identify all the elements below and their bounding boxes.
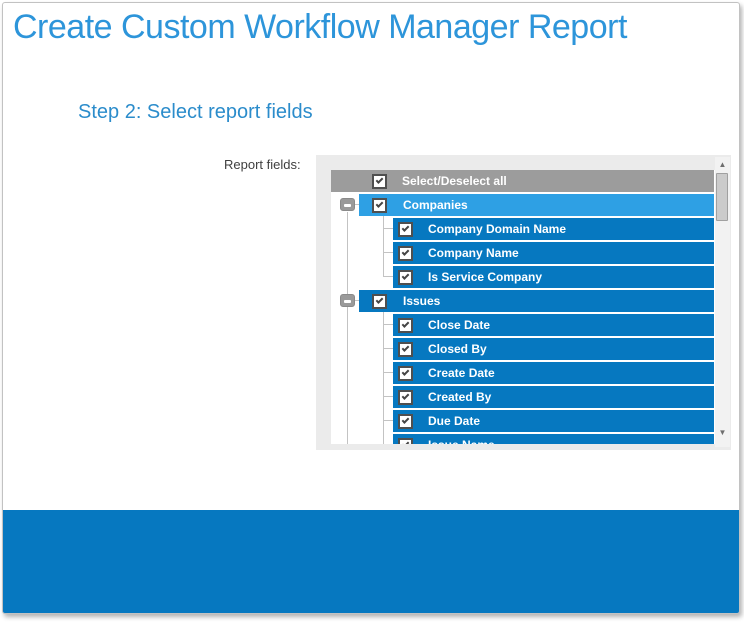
report-fields-label: Report fields: [224,157,301,172]
tree-row-created-by[interactable]: Created By [393,386,714,408]
check-icon [402,392,410,400]
scroll-down-icon[interactable]: ▼ [715,428,730,438]
page-title: Create Custom Workflow Manager Report [13,8,627,47]
screen: Create Custom Workflow Manager Report St… [0,0,744,625]
row-checkbox[interactable] [398,270,413,285]
tree-line-child-stub [383,252,393,253]
row-label: Issues [403,294,440,308]
row-label: Company Domain Name [428,222,566,236]
row-checkbox[interactable] [398,366,413,381]
select-all-checkbox[interactable] [372,174,387,189]
tree-row-company-domain-name[interactable]: Company Domain Name [393,218,714,240]
row-checkbox[interactable] [398,222,413,237]
wizard-window: Create Custom Workflow Manager Report St… [2,2,740,614]
row-checkbox[interactable] [398,414,413,429]
row-label: Close Date [428,318,490,332]
wizard-footer-bar: Previous Next [3,510,739,614]
row-label: Companies [403,198,468,212]
check-icon [376,200,384,208]
tree-row-issues[interactable]: Issues [359,290,714,312]
row-label: Closed By [428,342,487,356]
minus-icon [344,204,351,207]
check-icon [402,272,410,280]
tree-row-company-name[interactable]: Company Name [393,242,714,264]
tree-row-companies[interactable]: Companies [359,194,714,216]
tree-viewport: Select/Deselect all Companies Company Do… [331,170,715,444]
report-fields-listbox: Select/Deselect all Companies Company Do… [316,155,731,450]
row-label: Issue Name [428,438,495,444]
tree-line-companies-children-spine [383,216,384,277]
tree-row-select-deselect-all[interactable]: Select/Deselect all [331,170,714,192]
row-checkbox[interactable] [398,318,413,333]
tree-line-child-stub [383,348,393,349]
tree-line-child-stub [383,420,393,421]
tree-row-is-service-company[interactable]: Is Service Company [393,266,714,288]
tree-line-root-spine [347,212,348,444]
tree-line-child-stub [383,228,393,229]
issues-checkbox[interactable] [372,294,387,309]
row-label: Created By [428,390,491,404]
row-label: Is Service Company [428,270,542,284]
row-checkbox[interactable] [398,246,413,261]
tree-row-close-date[interactable]: Close Date [393,314,714,336]
step-heading: Step 2: Select report fields [78,101,313,124]
row-checkbox[interactable] [398,342,413,357]
minus-icon [344,300,351,303]
tree-line-child-stub [383,372,393,373]
row-checkbox[interactable] [398,438,413,445]
check-icon [376,176,384,184]
tree-line-companies-stub [355,204,359,205]
row-label: Company Name [428,246,519,260]
tree-line-issues-stub [355,300,359,301]
check-icon [402,440,410,444]
tree-line-child-stub [383,324,393,325]
check-icon [402,248,410,256]
companies-checkbox[interactable] [372,198,387,213]
check-icon [402,320,410,328]
tree-line-child-stub [383,276,393,277]
tree-row-create-date[interactable]: Create Date [393,362,714,384]
row-label: Due Date [428,414,480,428]
check-icon [402,344,410,352]
scrollbar-thumb[interactable] [716,173,728,221]
tree-row-due-date[interactable]: Due Date [393,410,714,432]
tree-row-issue-name[interactable]: Issue Name [393,434,714,444]
check-icon [402,368,410,376]
collapse-toggle-minus-icon[interactable] [340,294,355,307]
tree-row-closed-by[interactable]: Closed By [393,338,714,360]
vertical-scrollbar[interactable]: ▲ ▼ [715,157,730,447]
collapse-toggle-minus-icon[interactable] [340,198,355,211]
row-label: Create Date [428,366,495,380]
tree-line-issues-children-spine [383,312,384,444]
scroll-up-icon[interactable]: ▲ [715,160,730,170]
check-icon [402,416,410,424]
check-icon [376,296,384,304]
row-label: Select/Deselect all [402,174,507,188]
row-checkbox[interactable] [398,390,413,405]
tree-line-child-stub [383,396,393,397]
check-icon [402,224,410,232]
